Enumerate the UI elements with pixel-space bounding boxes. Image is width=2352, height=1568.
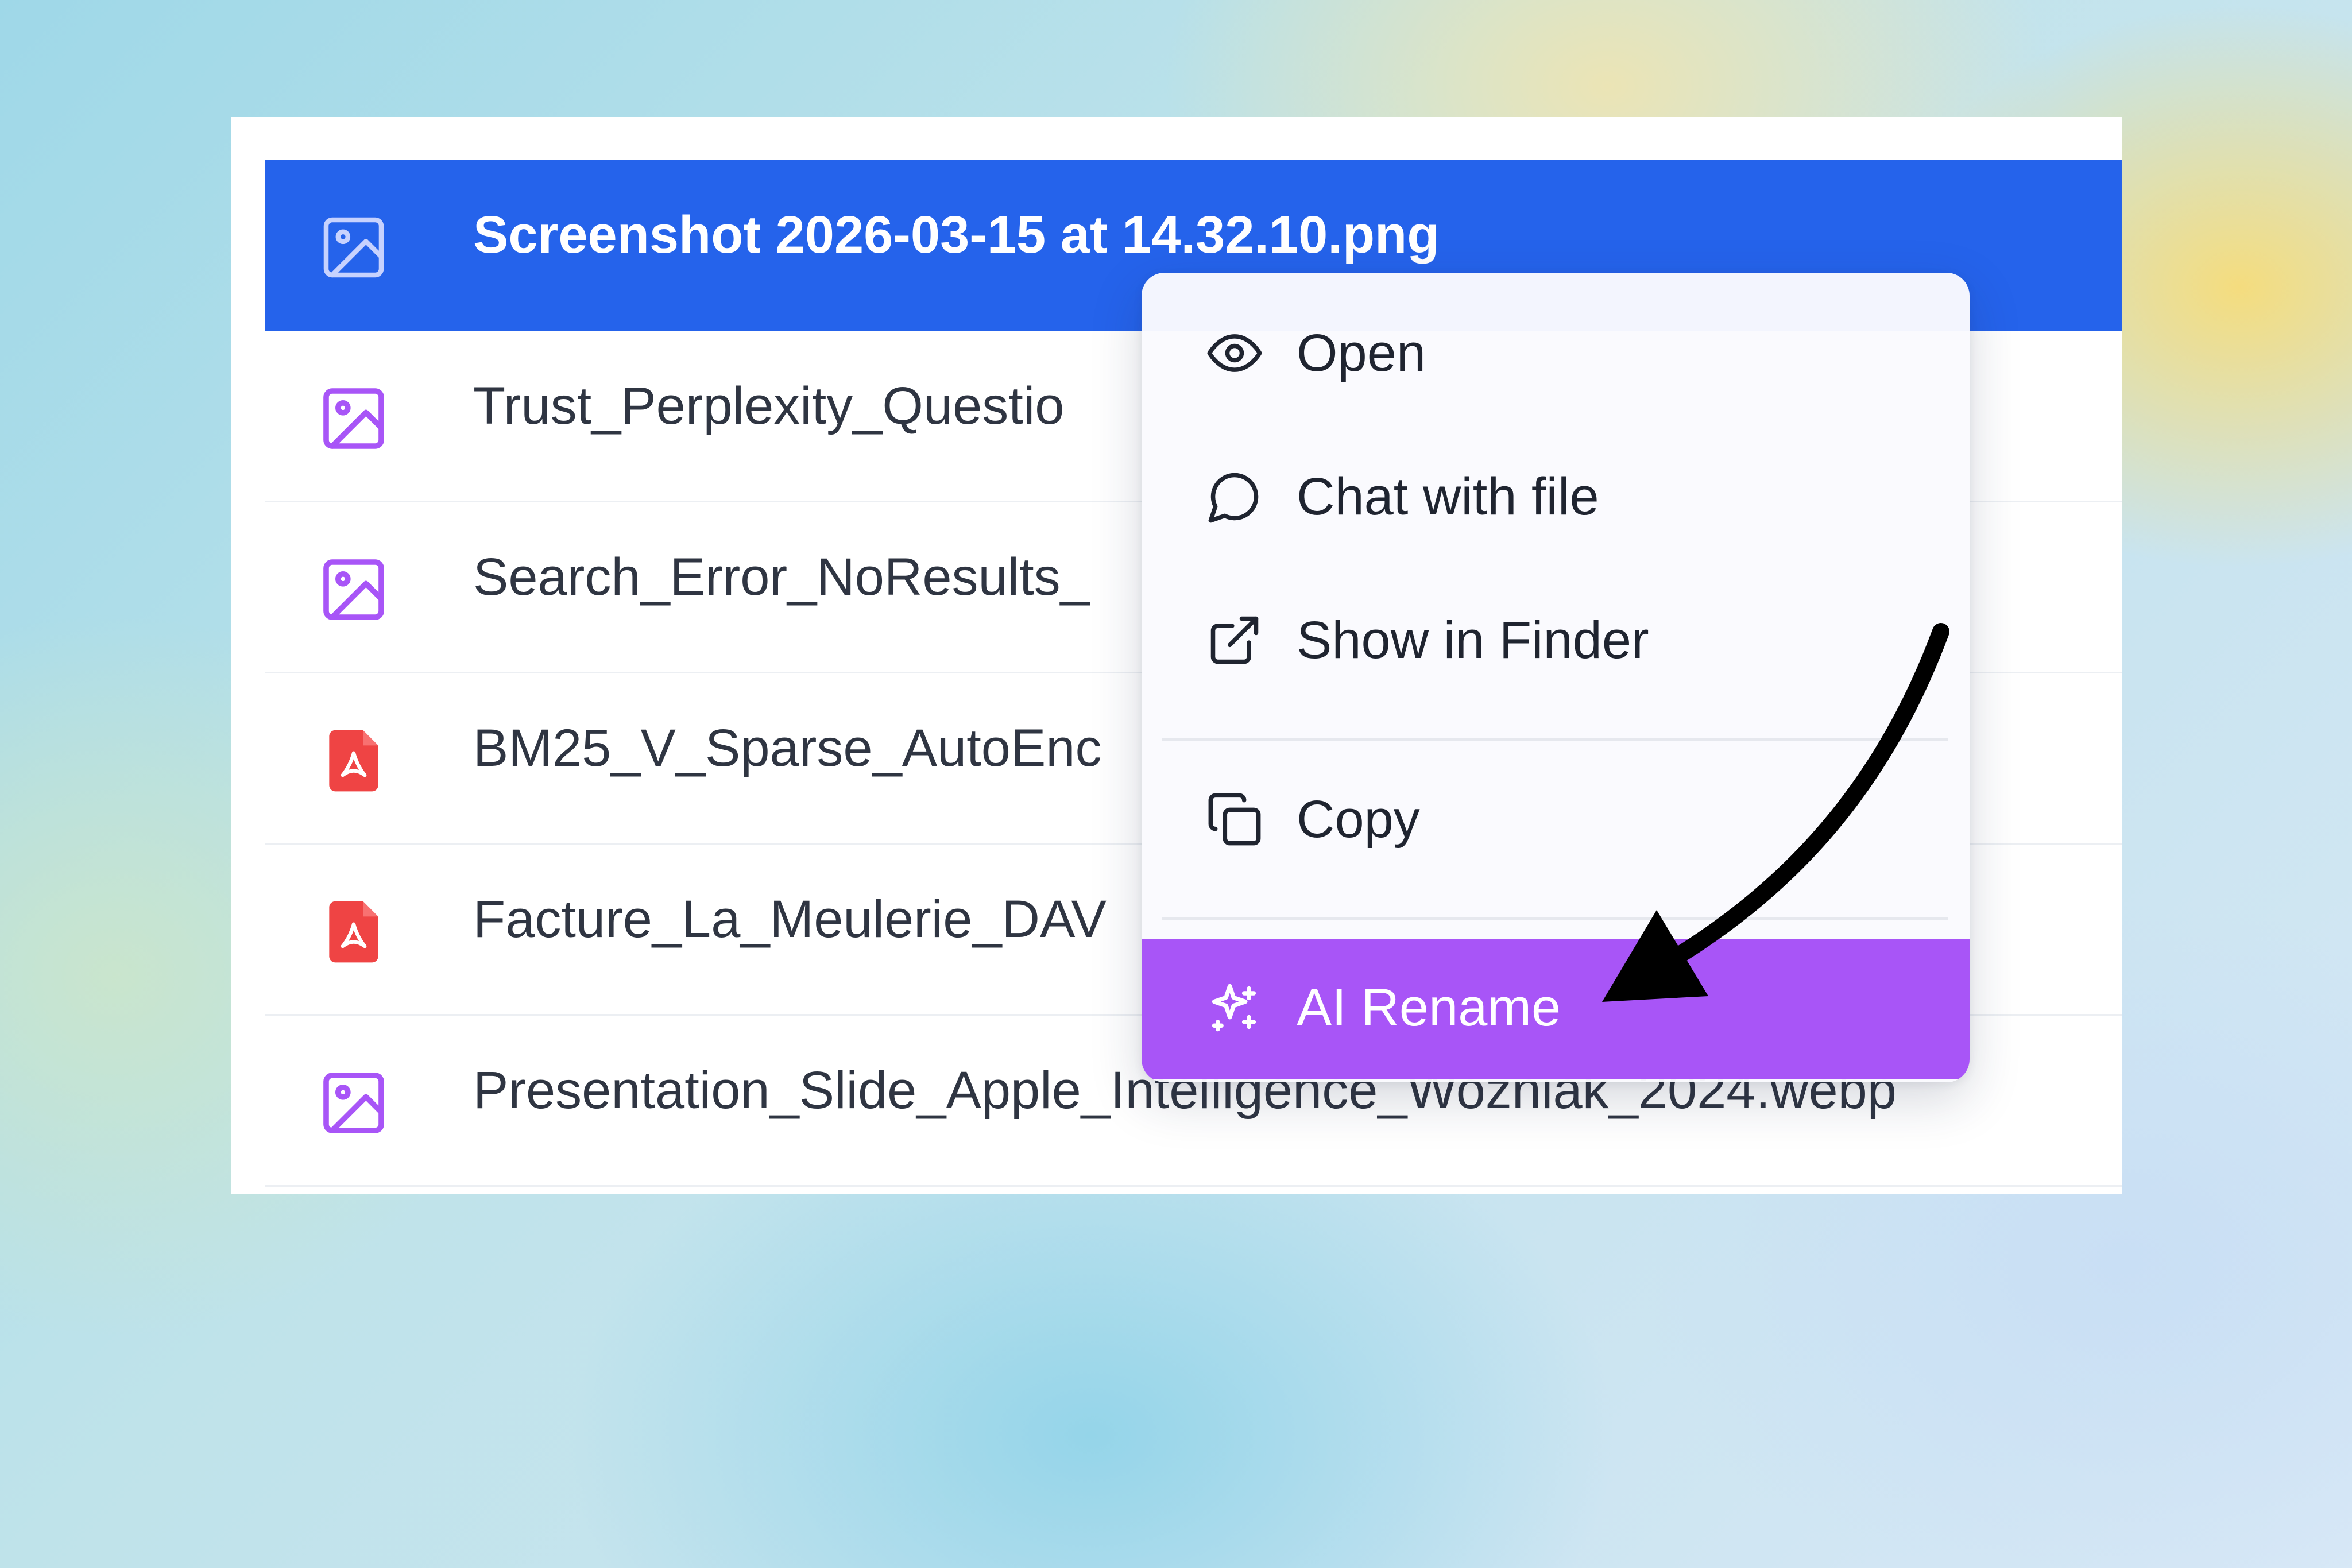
chat-bubble-icon	[1206, 468, 1263, 525]
image-icon	[317, 553, 390, 626]
menu-item-open[interactable]: Open	[1142, 284, 1970, 422]
menu-item-show-in-finder[interactable]: Show in Finder	[1142, 571, 1970, 709]
eye-icon	[1206, 324, 1263, 382]
image-icon	[317, 1066, 390, 1140]
menu-item-chat-with-file[interactable]: Chat with file	[1142, 428, 1970, 566]
image-icon	[317, 382, 390, 455]
sparkles-icon	[1206, 979, 1263, 1036]
menu-item-label: Show in Finder	[1297, 610, 1649, 669]
menu-item-label: AI Rename	[1297, 978, 1561, 1037]
menu-divider	[1162, 738, 1948, 741]
image-icon	[317, 211, 390, 284]
copy-icon	[1206, 791, 1263, 848]
menu-item-label: Copy	[1297, 789, 1420, 849]
file-name: Facture_La_Meulerie_DAV	[473, 889, 1107, 948]
menu-item-label: Chat with file	[1297, 467, 1599, 526]
file-name: Trust_Perplexity_Questio	[473, 376, 1065, 435]
file-name: BM25_V_Sparse_AutoEnc	[473, 718, 1102, 777]
menu-item-copy[interactable]: Copy	[1142, 750, 1970, 888]
pdf-icon	[317, 724, 390, 797]
menu-item-ai-rename[interactable]: AI Rename	[1142, 939, 1970, 1079]
menu-divider	[1162, 917, 1948, 920]
external-link-icon	[1206, 611, 1263, 669]
file-name: Search_Error_NoResults_	[473, 547, 1090, 606]
pdf-icon	[317, 895, 390, 969]
context-menu: Open Chat with file Show in Finder Copy	[1142, 273, 1970, 1082]
menu-item-label: Open	[1297, 323, 1426, 382]
